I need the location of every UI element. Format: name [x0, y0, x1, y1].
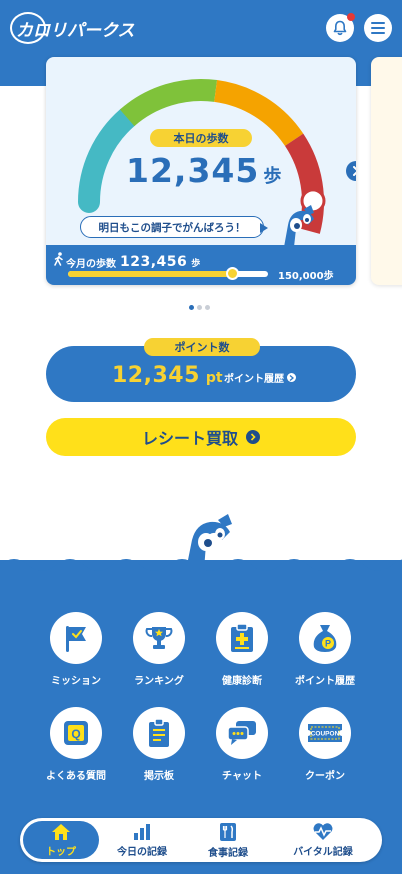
faq-icon: Q: [64, 721, 88, 745]
nav-vital-record-label: バイタル記録: [293, 847, 353, 858]
nav-today-record-label: 今日の記録: [117, 846, 167, 858]
mascot-large-icon: [186, 514, 232, 570]
nav-meal-record[interactable]: 食事記録: [200, 818, 256, 862]
chevron-circle-icon: [246, 430, 260, 444]
carousel-dot[interactable]: [197, 305, 202, 310]
steps-card[interactable]: 本日の歩数 12,345 歩 明日もこの調子でがんばろう！ 今月の歩数 123,4…: [46, 57, 356, 285]
carousel-dots: [189, 305, 210, 310]
menu-board[interactable]: 掲示板: [119, 707, 199, 782]
monthly-steps-bar: 今月の歩数 123,456 歩 150,000歩: [46, 245, 356, 285]
today-steps-number: 12,345: [126, 151, 260, 190]
nav-today-record[interactable]: 今日の記録: [112, 818, 172, 862]
receipt-purchase-button[interactable]: レシート買取: [46, 418, 356, 456]
menu-point-history[interactable]: P ポイント履歴: [285, 612, 365, 687]
monthly-goal: 150,000歩: [278, 271, 334, 282]
points-history-link[interactable]: ポイント履歴: [224, 370, 296, 385]
points-panel: ポイント数 12,345 pt ポイント履歴: [46, 338, 356, 402]
menu-board-label: 掲示板: [144, 771, 174, 782]
board-icon: [149, 718, 169, 747]
menu-point-history-circle: P: [299, 612, 351, 664]
coupon-icon: COUPON: [308, 724, 342, 742]
mascot-icon: [284, 205, 314, 247]
nav-top-label: トップ: [46, 846, 76, 858]
menu-coupon-circle: COUPON: [299, 707, 351, 759]
notification-dot: [347, 13, 355, 21]
bottom-navigation: トップ 今日の記録 食事記録 バイタル記録: [20, 818, 382, 862]
bell-icon: [333, 20, 347, 36]
menu-ranking-label: ランキング: [134, 676, 184, 687]
menu-health-check[interactable]: 健康診断: [202, 612, 282, 687]
gauge-segment: [119, 79, 218, 127]
carousel-dot[interactable]: [205, 305, 210, 310]
menu-ranking[interactable]: ランキング: [119, 612, 199, 687]
today-steps-unit: 歩: [263, 166, 282, 187]
monthly-progress-fill: [68, 271, 232, 277]
nav-top[interactable]: トップ: [23, 821, 99, 859]
chevron-circle-icon: [287, 373, 296, 382]
app-logo[interactable]: カロリパークス: [10, 12, 135, 44]
nav-vital-record[interactable]: バイタル記録: [286, 818, 360, 862]
points-badge-letter: P: [325, 639, 331, 649]
menu-icon: [371, 22, 385, 34]
menu-chat[interactable]: チャット: [202, 707, 282, 782]
menu-button[interactable]: [364, 14, 392, 42]
menu-mission-label: ミッション: [51, 676, 101, 687]
menu-mission[interactable]: ミッション: [36, 612, 116, 687]
monthly-steps-label: 今月の歩数: [66, 258, 116, 270]
home-icon: [52, 823, 70, 840]
carousel-dot[interactable]: [189, 305, 194, 310]
heart-pulse-icon: [313, 823, 333, 840]
walking-icon: [54, 252, 63, 266]
menu-mission-circle: [50, 612, 102, 664]
flag-icon: [66, 626, 86, 652]
monthly-steps: 今月の歩数 123,456 歩: [66, 254, 200, 270]
receipt-purchase-label: レシート買取: [141, 429, 238, 448]
points-unit: pt: [205, 370, 223, 386]
monthly-steps-value: 123,456: [120, 254, 188, 270]
clipboard-plus-icon: [231, 623, 253, 652]
menu-chat-circle: [216, 707, 268, 759]
today-steps-value: 12,345 歩: [126, 151, 281, 190]
points-history-label: ポイント履歴: [224, 374, 284, 385]
menu-faq-circle: Q: [50, 707, 102, 759]
menu-coupon[interactable]: COUPON クーポン: [285, 707, 365, 782]
monthly-progress-bar: [68, 267, 268, 280]
meal-icon: [220, 822, 236, 841]
encouragement-message: 明日もこの調子でがんばろう！: [80, 216, 264, 238]
points-number: 12,345: [112, 363, 200, 388]
chevron-right-icon: [353, 166, 356, 176]
points-label: ポイント数: [144, 338, 260, 356]
nav-meal-record-label: 食事記録: [208, 847, 248, 859]
menu-point-history-label: ポイント履歴: [295, 676, 355, 687]
menu-coupon-label: クーポン: [305, 771, 345, 782]
points-value: 12,345 pt: [112, 363, 223, 388]
money-bag-icon: P: [313, 625, 337, 652]
menu-ranking-circle: [133, 612, 185, 664]
logo-text: カロリパークス: [16, 20, 135, 41]
message-tail: [260, 223, 268, 233]
monthly-progress-knob: [226, 267, 239, 280]
gauge-segment: [78, 106, 139, 213]
menu-board-circle: [133, 707, 185, 759]
menu-faq[interactable]: Q よくある質問: [36, 707, 116, 782]
chat-icon: [227, 721, 256, 745]
monthly-steps-unit: 歩: [191, 258, 201, 269]
notification-button[interactable]: [326, 13, 355, 42]
faq-letter: Q: [71, 727, 80, 741]
next-card-preview[interactable]: [371, 57, 402, 285]
coupon-text: COUPON: [311, 731, 340, 738]
menu-chat-label: チャット: [222, 771, 262, 782]
today-steps-label: 本日の歩数: [150, 129, 252, 147]
bar-chart-icon: [134, 823, 150, 840]
menu-faq-label: よくある質問: [46, 771, 106, 782]
trophy-icon: [145, 627, 173, 649]
menu-health-check-label: 健康診断: [222, 676, 262, 687]
menu-health-check-circle: [216, 612, 268, 664]
